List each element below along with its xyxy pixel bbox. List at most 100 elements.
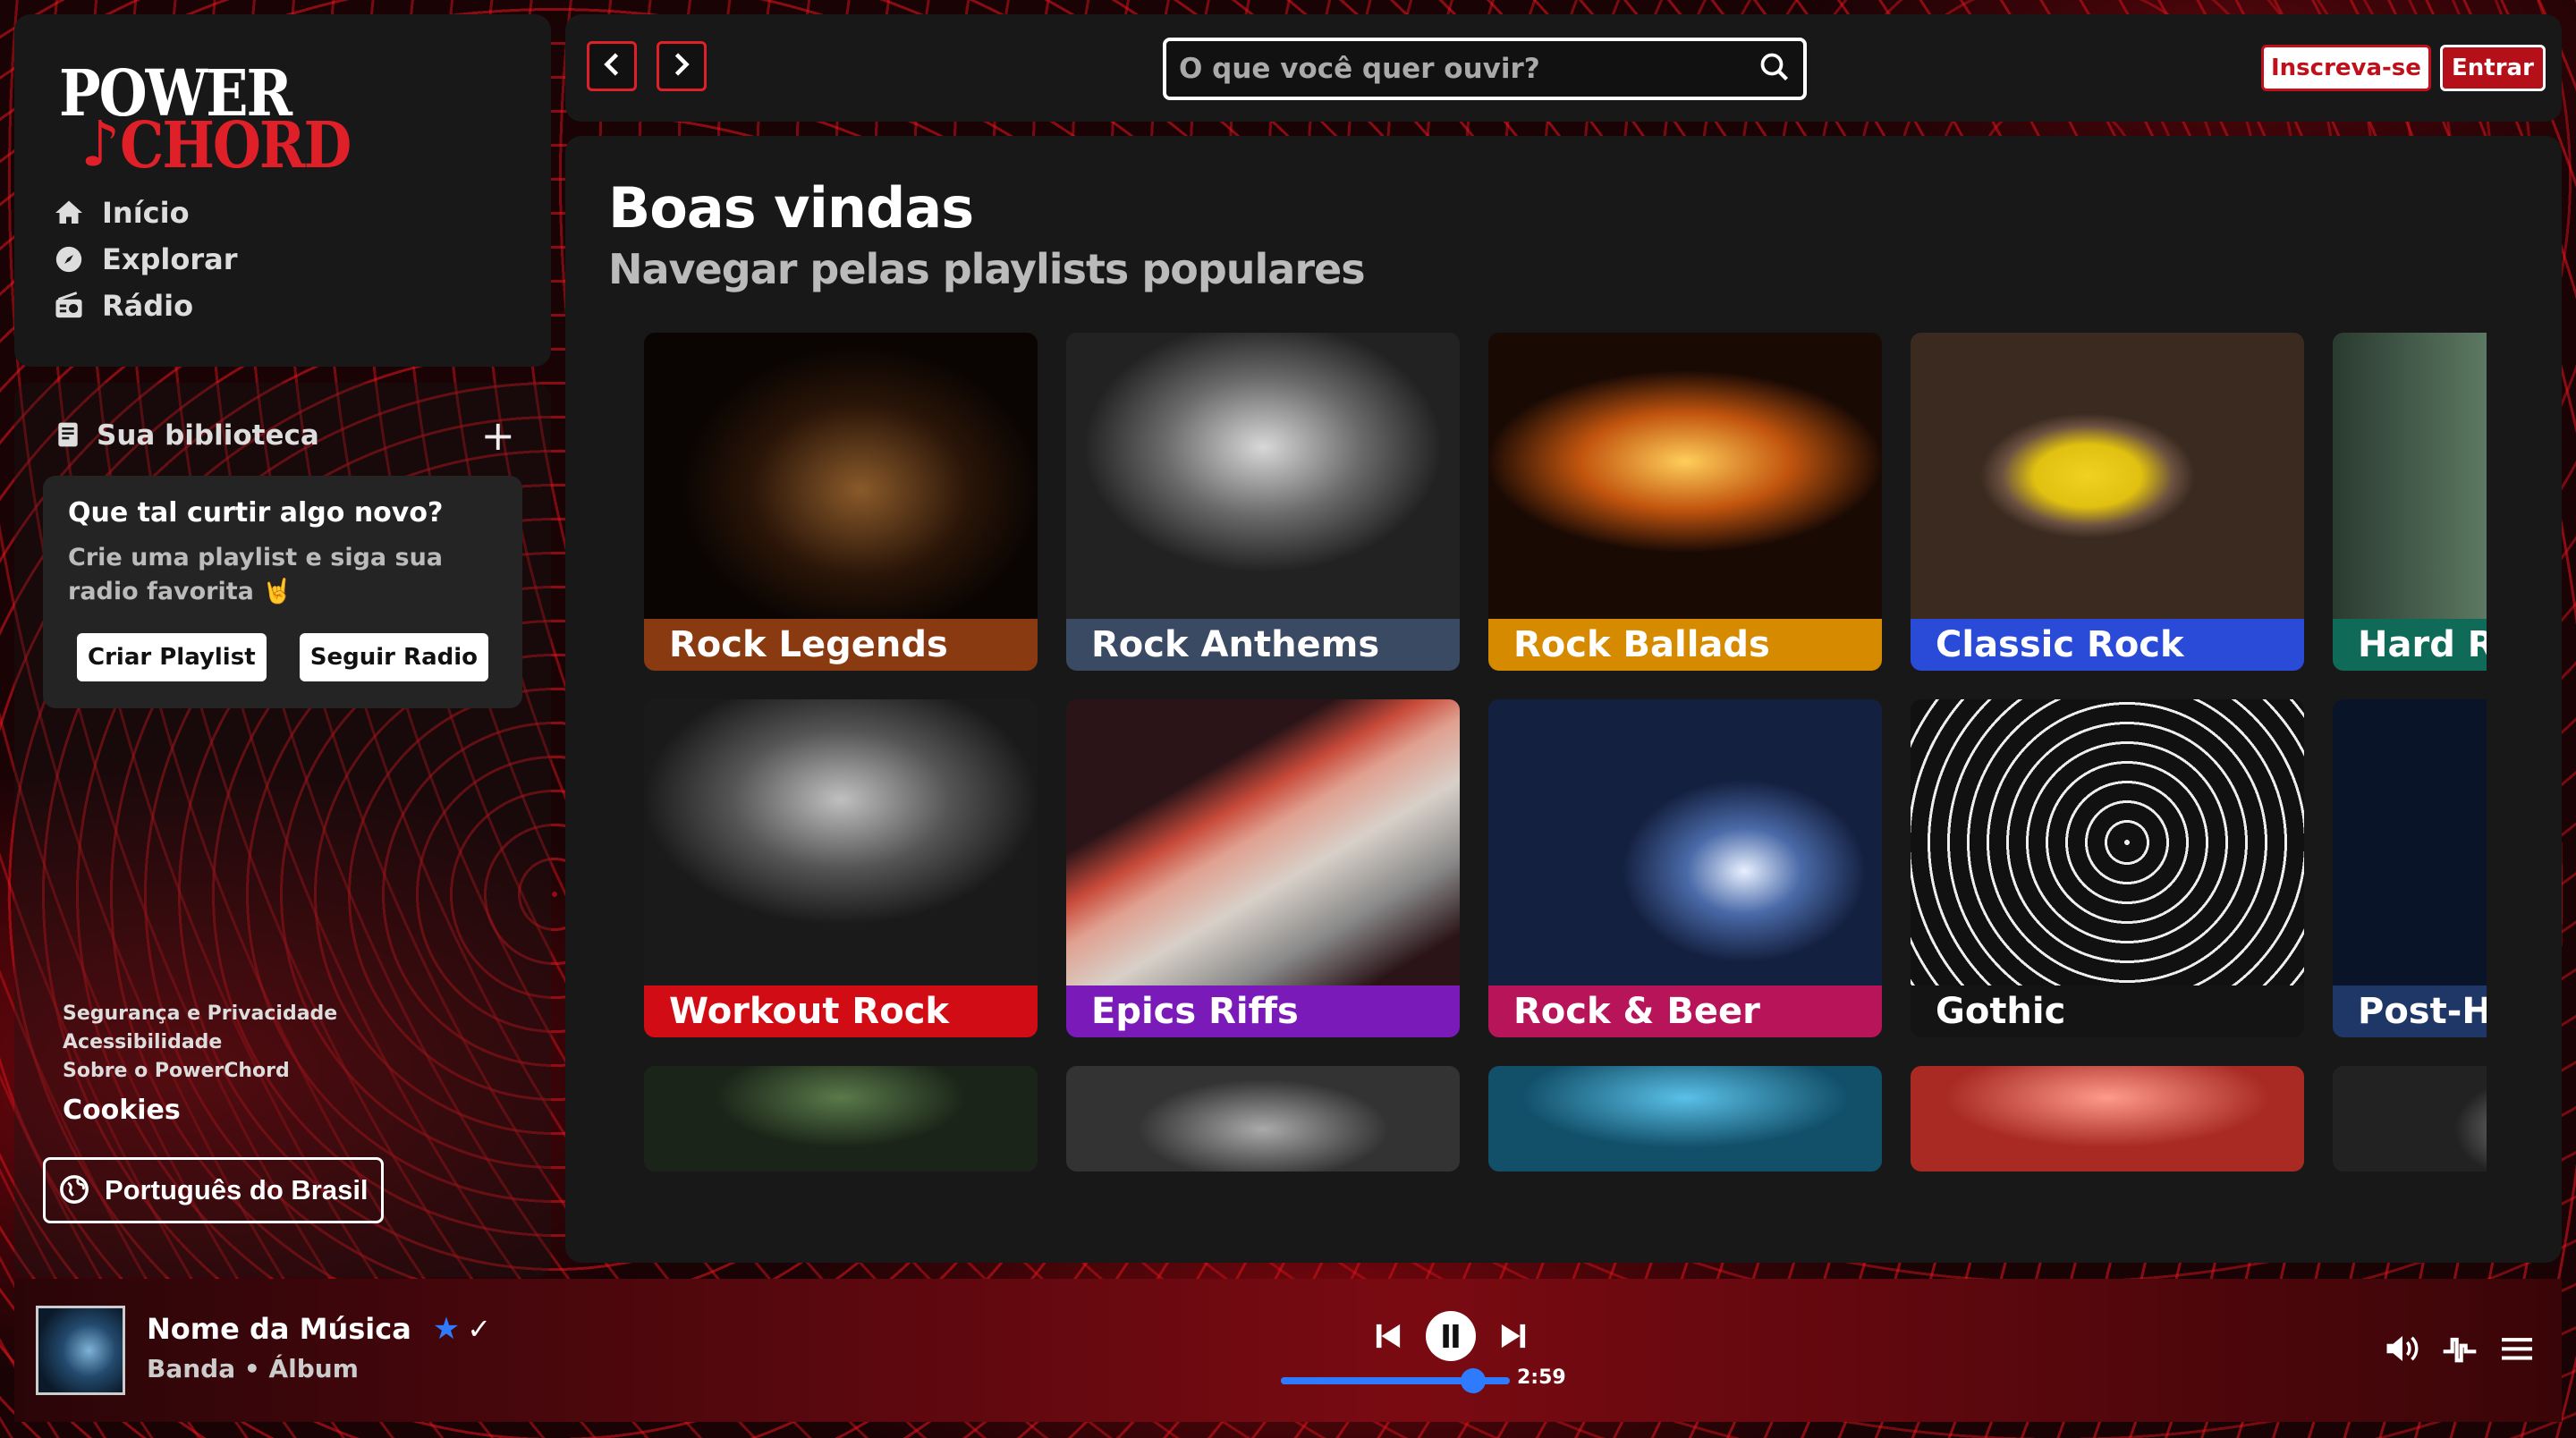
signup-button[interactable]: Inscreva-se [2261, 45, 2431, 91]
playback-controls [1370, 1311, 1531, 1361]
logo-line2: CHORD [120, 107, 352, 183]
playlist-card[interactable] [1911, 1066, 2304, 1172]
playlist-card[interactable]: Rock Anthems [1066, 333, 1460, 671]
playlist-grid: Rock Legends Rock Anthems Rock Ballads C… [644, 333, 2487, 1227]
pause-icon [1443, 1324, 1459, 1348]
playlist-image [2333, 1066, 2487, 1172]
playlist-card[interactable]: Gothic [1911, 699, 2304, 1037]
page-title: Boas vindas [608, 175, 974, 241]
login-button[interactable]: Entrar [2440, 45, 2546, 91]
next-icon[interactable] [1496, 1318, 1531, 1354]
plus-icon[interactable]: + [480, 415, 515, 456]
follow-radio-button[interactable]: Seguir Radio [299, 633, 488, 681]
previous-icon[interactable] [1370, 1318, 1406, 1354]
nav-item-label: Explorar [102, 242, 238, 276]
player-bar: Nome da Música ★ ✓ Banda • Álbum 2:59 [14, 1279, 2562, 1422]
now-playing-title: Nome da Música ★ ✓ [147, 1311, 491, 1347]
playlist-label: Classic Rock [1911, 619, 2304, 671]
playlist-image [644, 333, 1038, 619]
playlist-label: Rock Legends [644, 619, 1038, 671]
queue-icon[interactable] [2497, 1329, 2537, 1368]
search-icon[interactable] [1758, 51, 1791, 87]
footer-link-accessibility[interactable]: Acessibilidade [63, 1028, 337, 1057]
playlist-card[interactable]: Post-Hardcore [2333, 699, 2487, 1037]
search-input[interactable] [1179, 53, 1758, 85]
playlist-card[interactable] [2333, 1066, 2487, 1172]
promo-buttons: Criar Playlist Seguir Radio [77, 633, 488, 681]
search-box [1163, 38, 1807, 100]
progress-fill [1281, 1377, 1474, 1384]
globe-icon [58, 1174, 90, 1206]
top-bar: Inscreva-se Entrar [565, 14, 2562, 122]
playlist-image [2333, 333, 2487, 619]
page-subtitle: Navegar pelas playlists populares [608, 245, 1366, 293]
playlist-label: Hard Rock [2333, 619, 2487, 671]
back-button[interactable] [587, 41, 637, 91]
nav-item-label: Início [102, 196, 190, 230]
footer-links: Segurança e Privacidade Acessibilidade S… [63, 1000, 337, 1125]
playlist-image [1066, 699, 1460, 985]
playlist-label: Post-Hardcore [2333, 985, 2487, 1037]
nav-list: Início Explorar Rádio [52, 190, 238, 329]
playlist-card[interactable]: Epics Riffs [1066, 699, 1460, 1037]
playlist-card[interactable]: Rock Legends [644, 333, 1038, 671]
playlist-image [1911, 1066, 2304, 1172]
playlist-card[interactable]: Rock Ballads [1488, 333, 1882, 671]
time-display: 2:59 [1517, 1366, 1566, 1389]
playlist-image [644, 1066, 1038, 1172]
star-icon[interactable]: ★ [433, 1311, 460, 1347]
playlist-card[interactable]: Workout Rock [644, 699, 1038, 1037]
music-note-icon: ♪ [80, 107, 121, 181]
check-icon[interactable]: ✓ [467, 1312, 491, 1346]
player-extra-controls [2383, 1329, 2537, 1368]
nav-item-radio[interactable]: Rádio [52, 283, 238, 329]
logo[interactable]: POWER ♪ CHORD [45, 52, 352, 183]
playlist-label: Rock Ballads [1488, 619, 1882, 671]
progress-knob[interactable] [1461, 1368, 1487, 1393]
promo-card: Que tal curtir algo novo? Crie uma playl… [43, 476, 522, 708]
playlist-image [644, 699, 1038, 985]
nav-item-home[interactable]: Início [52, 190, 238, 236]
playlist-image [1066, 333, 1460, 619]
footer-link-cookies[interactable]: Cookies [63, 1096, 337, 1125]
playlist-image [1911, 699, 2304, 985]
song-title[interactable]: Nome da Música [147, 1312, 411, 1346]
create-playlist-button[interactable]: Criar Playlist [77, 633, 267, 681]
home-icon [52, 196, 86, 230]
playlist-label: Workout Rock [644, 985, 1038, 1037]
footer-link-privacy[interactable]: Segurança e Privacidade [63, 1000, 337, 1028]
library-icon [54, 420, 84, 451]
chevron-right-icon [672, 51, 691, 81]
promo-text: Crie uma playlist e siga sua radio favor… [68, 544, 444, 605]
chevron-left-icon [602, 51, 622, 81]
volume-icon[interactable] [2383, 1329, 2422, 1368]
library-title: Sua biblioteca [97, 419, 319, 452]
playlist-label: Rock & Beer [1488, 985, 1882, 1037]
progress-bar[interactable] [1281, 1368, 1510, 1393]
waveform-icon[interactable] [2440, 1329, 2479, 1368]
nav-panel: POWER ♪ CHORD Início Explorar Rádio [14, 14, 551, 367]
playlist-card[interactable] [1066, 1066, 1460, 1172]
main-content: Boas vindas Navegar pelas playlists popu… [565, 136, 2562, 1263]
playlist-image [2333, 699, 2487, 985]
playlist-card[interactable]: Hard Rock [2333, 333, 2487, 671]
playlist-card[interactable]: Rock & Beer [1488, 699, 1882, 1037]
pause-button[interactable] [1426, 1311, 1476, 1361]
playlist-label: Gothic [1911, 985, 2304, 1037]
radio-icon [52, 289, 86, 323]
playlist-card[interactable] [1488, 1066, 1882, 1172]
nav-item-explore[interactable]: Explorar [52, 236, 238, 283]
nav-item-label: Rádio [102, 289, 194, 323]
playlist-image [1066, 1066, 1460, 1172]
playlist-image [1911, 333, 2304, 619]
forward-button[interactable] [657, 41, 707, 91]
playlist-label: Epics Riffs [1066, 985, 1460, 1037]
footer-link-about[interactable]: Sobre o PowerChord [63, 1057, 337, 1086]
playlist-card[interactable]: Classic Rock [1911, 333, 2304, 671]
artist-album[interactable]: Banda • Álbum [147, 1354, 359, 1383]
compass-icon [52, 242, 86, 276]
language-button[interactable]: Português do Brasil [43, 1157, 384, 1223]
promo-heading: Que tal curtir algo novo? [68, 497, 444, 529]
library-header: Sua biblioteca + [54, 415, 515, 456]
playlist-card[interactable] [644, 1066, 1038, 1172]
